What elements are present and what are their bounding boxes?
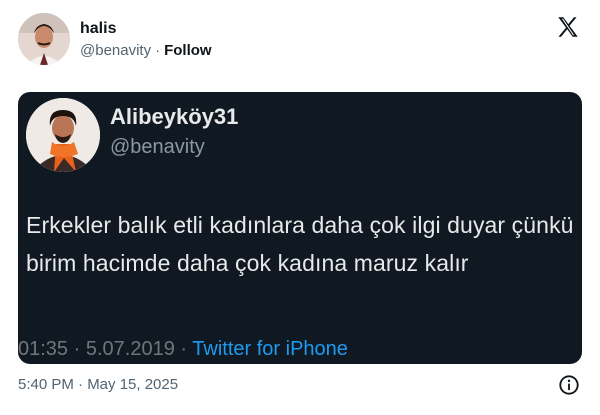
separator-dot: · xyxy=(155,42,161,59)
embedded-tweet-meta: 01:35 · 5.07.2019 · Twitter for iPhone xyxy=(18,338,348,361)
follow-button[interactable]: Follow xyxy=(164,42,212,59)
info-icon[interactable] xyxy=(558,374,580,396)
embedded-avatar xyxy=(26,98,100,172)
avatar-image xyxy=(18,13,70,65)
embedded-avatar-image xyxy=(26,98,100,172)
handle[interactable]: @benavity xyxy=(80,42,151,59)
embedded-source: Twitter for iPhone xyxy=(192,338,348,360)
embedded-tweet-text: Erkekler balık etli kadınlara daha çok i… xyxy=(26,212,574,276)
avatar[interactable] xyxy=(18,13,70,65)
separator-dot: · xyxy=(73,338,81,360)
embedded-display-name: Alibeyköy31 xyxy=(110,104,239,129)
embedded-time: 01:35 xyxy=(18,338,69,360)
embedded-tweet-image: Alibeyköy31 @benavity Erkekler balık etl… xyxy=(18,92,582,364)
tweet-timestamp[interactable]: 5:40 PM · May 15, 2025 xyxy=(18,376,178,393)
embedded-date: 5.07.2019 xyxy=(85,338,175,360)
x-logo-icon[interactable] xyxy=(555,14,581,40)
separator-dot: · xyxy=(180,338,188,360)
tweet-header: halis @benavity · Follow xyxy=(0,0,600,80)
embedded-handle: @benavity xyxy=(110,136,205,158)
handle-line: @benavity · Follow xyxy=(80,42,212,59)
display-name[interactable]: halis xyxy=(80,20,116,38)
